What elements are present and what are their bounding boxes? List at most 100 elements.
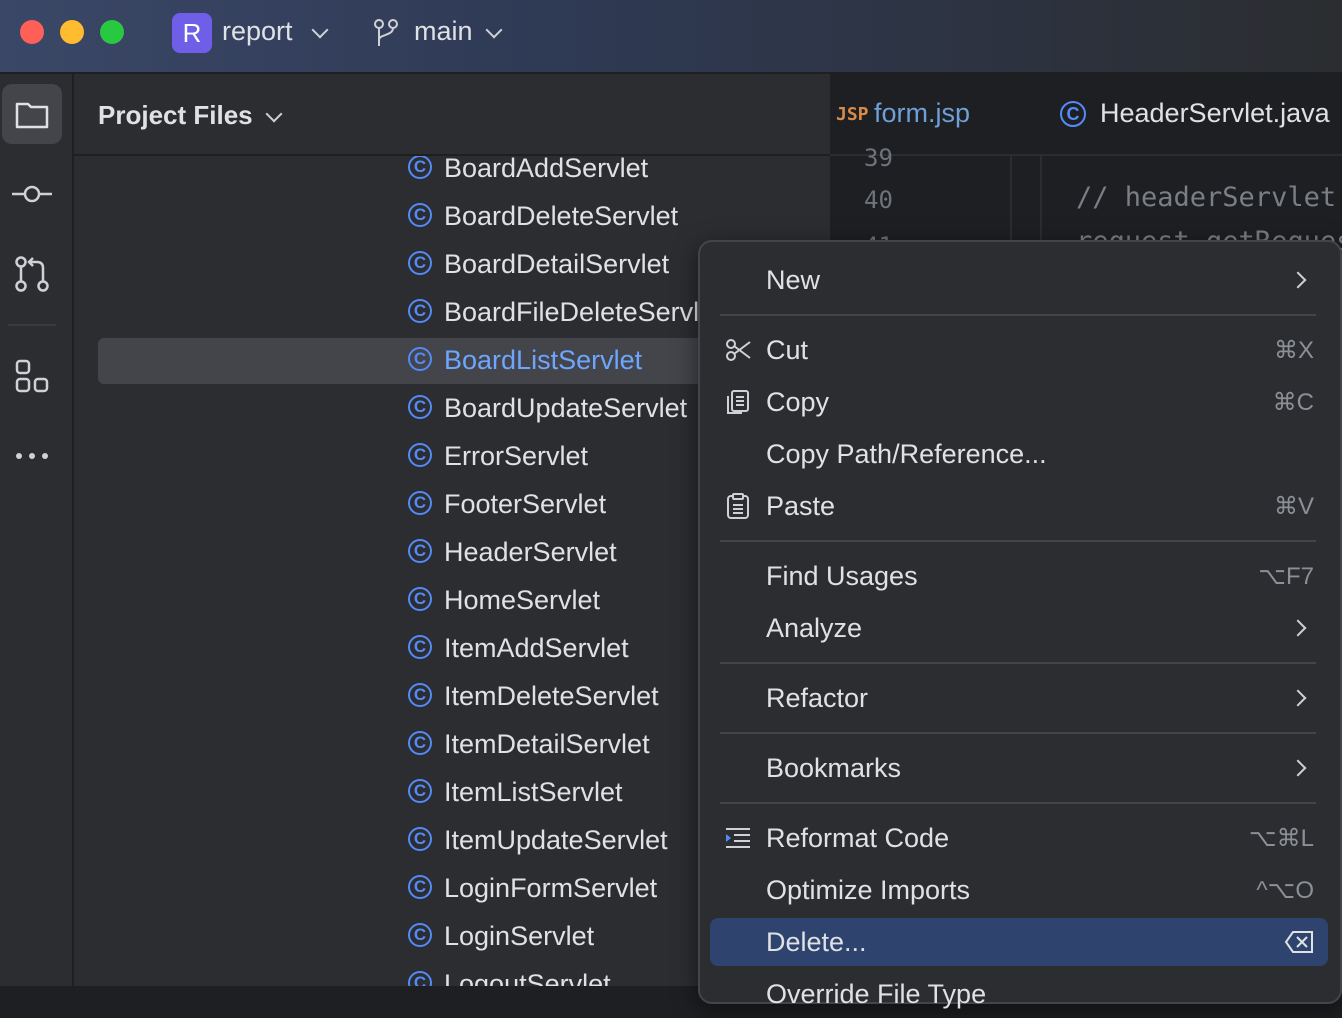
tree-item-label: BoardDetailServlet (444, 249, 670, 279)
menu-item-label: Paste (766, 491, 836, 521)
tree-item-label: ItemDetailServlet (444, 729, 650, 759)
structure-tool-button[interactable] (2, 346, 62, 406)
chevron-right-icon (1289, 689, 1307, 707)
chevron-down-icon[interactable] (311, 21, 329, 39)
toolstrip-divider (8, 324, 56, 326)
java-class-icon: C (408, 827, 432, 851)
tree-item-label: BoardDeleteServlet (444, 201, 679, 231)
tree-item-label: ItemUpdateServlet (444, 825, 668, 855)
tree-item-label: LogoutServlet (444, 969, 611, 986)
shortcut-label: ⌘V (1273, 493, 1314, 520)
menu-item-label: Copy (766, 387, 830, 417)
menu-item-label: Copy Path/Reference... (766, 439, 1047, 469)
commit-icon (12, 185, 52, 203)
pull-requests-tool-button[interactable] (2, 244, 62, 304)
menu-item-label: Override File Type (766, 979, 987, 1009)
menu-separator (720, 314, 1316, 316)
more-icon (16, 453, 48, 459)
menu-separator (720, 732, 1316, 734)
tree-item-label: LoginServlet (444, 921, 595, 951)
menu-item-new[interactable]: New (710, 256, 1328, 304)
tree-item-label: LoginFormServlet (444, 873, 658, 903)
menu-item-find-usages[interactable]: Find Usages ⌥F7 (710, 552, 1328, 600)
tree-item[interactable]: C BoardAddServlet (98, 156, 830, 192)
chevron-right-icon (1289, 619, 1307, 637)
menu-item-label: Reformat Code (766, 823, 950, 853)
editor-tab-bar: JSP form.jsp C HeaderServlet.java (830, 74, 1342, 156)
java-class-icon: C (408, 971, 432, 986)
zoom-window-button[interactable] (100, 20, 124, 44)
tree-item[interactable]: C BoardDeleteServlet (98, 194, 830, 240)
menu-item-label: Analyze (766, 613, 863, 643)
shortcut-label: ⌘C (1272, 389, 1314, 416)
commit-tool-button[interactable] (2, 164, 62, 224)
java-class-icon: C (1060, 101, 1086, 127)
tool-window-strip (0, 74, 74, 986)
menu-item-analyze[interactable]: Analyze (710, 604, 1328, 652)
menu-item-copy-path-reference[interactable]: Copy Path/Reference... (710, 430, 1328, 478)
more-tools-button[interactable] (2, 426, 62, 486)
java-class-icon: C (408, 203, 432, 227)
clipboard-icon (724, 492, 752, 520)
menu-separator (720, 802, 1316, 804)
menu-item-delete[interactable]: Delete... (710, 918, 1328, 966)
shortcut-label: ^⌥O (1256, 877, 1314, 904)
menu-item-label: New (766, 265, 821, 295)
shortcut-label: ⌥F7 (1258, 563, 1314, 590)
menu-item-bookmarks[interactable]: Bookmarks (710, 744, 1328, 792)
menu-item-refactor[interactable]: Refactor (710, 674, 1328, 722)
tab-label: form.jsp (874, 98, 971, 128)
menu-item-label: Optimize Imports (766, 875, 971, 905)
java-class-icon: C (408, 443, 432, 467)
tree-item-label: FooterServlet (444, 489, 607, 519)
project-avatar[interactable]: R (172, 13, 212, 53)
java-class-icon: C (408, 731, 432, 755)
java-class-icon: C (408, 299, 432, 323)
menu-item-optimize-imports[interactable]: Optimize Imports ^⌥O (710, 866, 1328, 914)
menu-item-cut[interactable]: Cut ⌘X (710, 326, 1328, 374)
tree-item-label: HeaderServlet (444, 537, 617, 567)
git-branch-icon[interactable] (372, 18, 400, 48)
tree-item-label: ItemAddServlet (444, 633, 629, 663)
java-class-icon: C (408, 347, 432, 371)
menu-item-override-file-type[interactable]: Override File Type (710, 970, 1328, 1018)
java-class-icon: C (408, 683, 432, 707)
tree-item-label: ItemDeleteServlet (444, 681, 659, 711)
menu-item-label: Bookmarks (766, 753, 902, 783)
project-panel-title[interactable]: Project Files (98, 100, 253, 131)
java-class-icon: C (408, 923, 432, 947)
code-line[interactable]: // headerServlet S (1076, 182, 1342, 213)
menu-item-label: Refactor (766, 683, 869, 713)
java-class-icon: C (408, 491, 432, 515)
close-window-button[interactable] (20, 20, 44, 44)
menu-item-paste[interactable]: Paste ⌘V (710, 482, 1328, 530)
pull-request-icon (15, 256, 49, 292)
tree-item-label: BoardAddServlet (444, 156, 649, 183)
menu-item-label: Cut (766, 335, 809, 365)
project-panel-header: Project Files (74, 74, 830, 156)
copy-icon (724, 388, 752, 416)
menu-separator (720, 662, 1316, 664)
menu-item-copy[interactable]: Copy ⌘C (710, 378, 1328, 426)
java-class-icon: C (408, 875, 432, 899)
tree-item-label: HomeServlet (444, 585, 601, 615)
tab-label: HeaderServlet.java (1100, 98, 1330, 128)
title-bar: R report main (0, 0, 1342, 74)
menu-item-label: Delete... (766, 927, 867, 957)
project-tool-button[interactable] (2, 84, 62, 144)
java-class-icon: C (408, 395, 432, 419)
tree-item-label: BoardListServlet (444, 345, 643, 375)
tree-item-label: ErrorServlet (444, 441, 589, 471)
java-class-icon: C (408, 779, 432, 803)
chevron-down-icon[interactable] (265, 105, 283, 123)
menu-item-reformat-code[interactable]: Reformat Code ⌥⌘L (710, 814, 1328, 862)
delete-key-icon (1284, 930, 1314, 954)
menu-item-label: Find Usages (766, 561, 918, 591)
reformat-icon (724, 824, 752, 852)
shortcut-label: ⌘X (1273, 337, 1314, 364)
context-menu: New Cut ⌘X Copy ⌘C Copy Path/Reference... Past… (698, 240, 1342, 1009)
branch-selector[interactable]: main (414, 16, 473, 47)
project-selector[interactable]: report (222, 16, 293, 47)
minimize-window-button[interactable] (60, 20, 84, 44)
chevron-down-icon[interactable] (485, 21, 503, 39)
